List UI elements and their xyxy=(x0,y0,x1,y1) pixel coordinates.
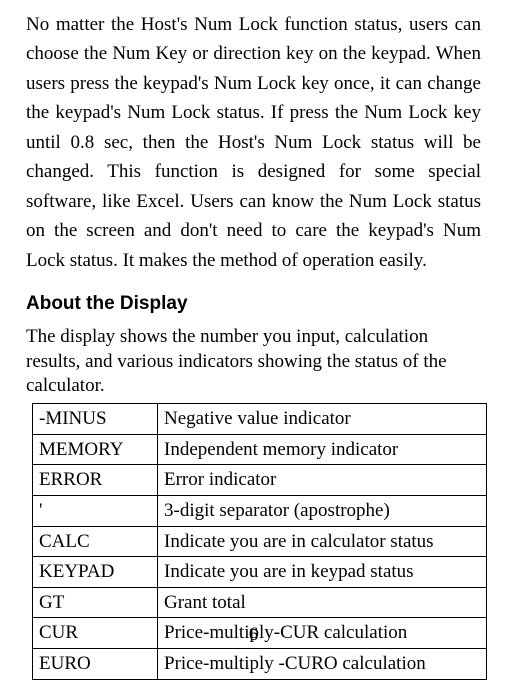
table-row: ' 3-digit separator (apostrophe) xyxy=(33,495,487,526)
indicator-desc: Price-multiply -CURO calculation xyxy=(158,649,487,680)
section-intro: The display shows the number you input, … xyxy=(26,325,481,399)
indicator-desc: Error indicator xyxy=(158,465,487,496)
document-page: No matter the Host's Num Lock function s… xyxy=(0,0,507,656)
indicator-key: GT xyxy=(33,587,158,618)
indicator-desc: 3-digit separator (apostrophe) xyxy=(158,495,487,526)
table-row: CALC Indicate you are in calculator stat… xyxy=(33,526,487,557)
indicator-key: EURO xyxy=(33,649,158,680)
page-number: 6 xyxy=(0,624,507,646)
indicator-key: ' xyxy=(33,495,158,526)
table-row: EURO Price-multiply -CURO calculation xyxy=(33,649,487,680)
section-heading: About the Display xyxy=(26,293,481,315)
indicator-key: ERROR xyxy=(33,465,158,496)
indicator-key: KEYPAD xyxy=(33,557,158,588)
table-row: GT Grant total xyxy=(33,587,487,618)
table-row: ERROR Error indicator xyxy=(33,465,487,496)
indicator-key: CALC xyxy=(33,526,158,557)
indicator-key: -MINUS xyxy=(33,404,158,435)
body-paragraph: No matter the Host's Num Lock function s… xyxy=(26,10,481,275)
indicator-desc: Grant total xyxy=(158,587,487,618)
indicator-desc: Indicate you are in keypad status xyxy=(158,557,487,588)
indicator-desc: Indicate you are in calculator status xyxy=(158,526,487,557)
indicator-desc: Independent memory indicator xyxy=(158,434,487,465)
table-row: -MINUS Negative value indicator xyxy=(33,404,487,435)
indicator-desc: Negative value indicator xyxy=(158,404,487,435)
indicator-key: MEMORY xyxy=(33,434,158,465)
table-row: MEMORY Independent memory indicator xyxy=(33,434,487,465)
table-row: KEYPAD Indicate you are in keypad status xyxy=(33,557,487,588)
